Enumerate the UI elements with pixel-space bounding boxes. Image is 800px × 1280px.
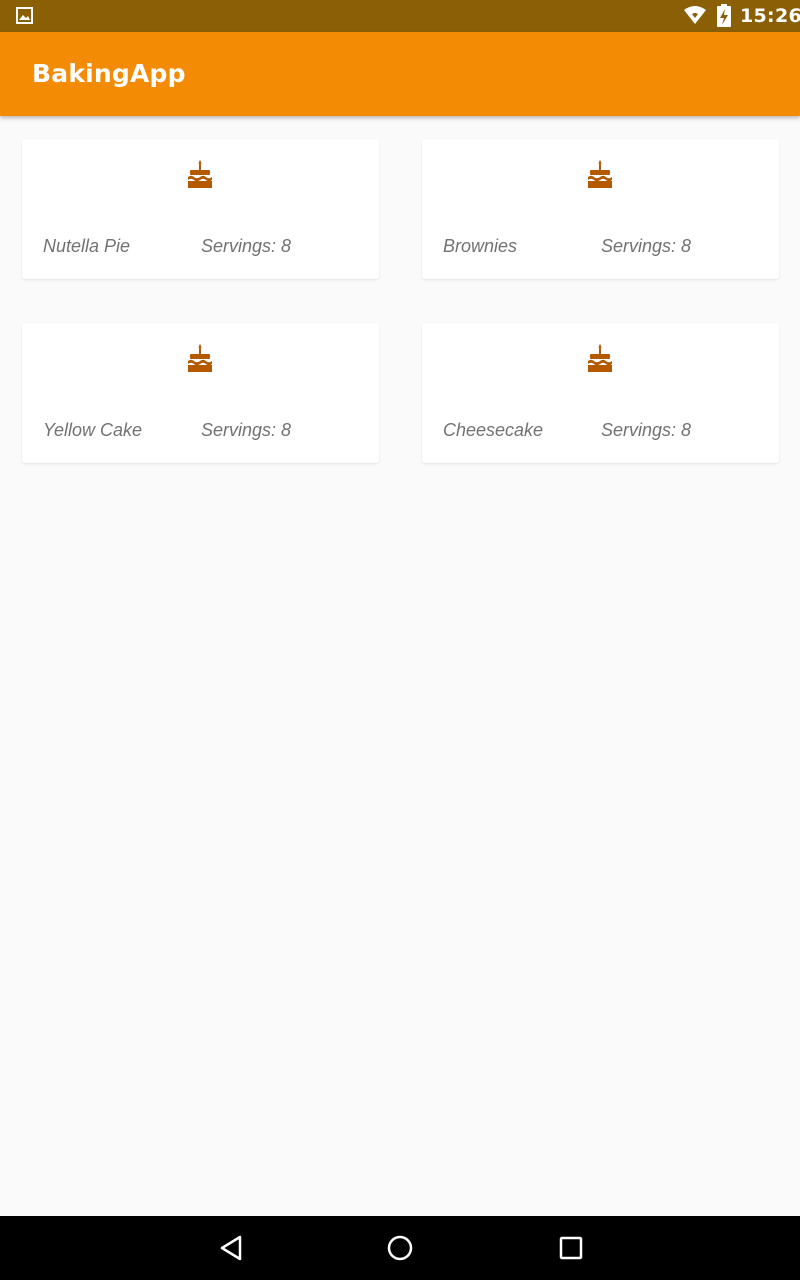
navigation-bar [0,1216,800,1280]
recipe-servings: Servings: 8 [601,236,692,256]
recipe-servings: Servings: 8 [601,420,692,440]
recents-icon[interactable] [558,1234,584,1267]
recipe-card-cheesecake[interactable]: Cheesecake Servings: 8 [422,323,779,463]
recipe-servings: Servings: 8 [201,420,292,440]
status-bar: 15:26 [0,0,800,32]
cake-icon [588,343,612,378]
cake-icon [188,343,212,378]
recipe-name: Cheesecake [443,420,544,440]
home-icon[interactable] [386,1234,414,1267]
recipe-name: Nutella Pie [43,236,131,256]
cake-icon [188,159,212,194]
app-title: BakingApp [32,59,186,88]
recipe-name: Brownies [443,236,518,256]
recipe-servings: Servings: 8 [201,236,292,256]
back-icon[interactable] [218,1234,244,1267]
wifi-icon [683,5,707,30]
gallery-icon [16,7,33,29]
recipe-name: Yellow Cake [43,420,143,440]
cake-icon [588,159,612,194]
clock: 15:26 [740,5,800,27]
recipe-card-yellow-cake[interactable]: Yellow Cake Servings: 8 [22,323,379,463]
app-bar: BakingApp [0,32,800,116]
battery-charging-icon [717,4,731,33]
recipe-card-brownies[interactable]: Brownies Servings: 8 [422,139,779,279]
recipe-card-nutella-pie[interactable]: Nutella Pie Servings: 8 [22,139,379,279]
